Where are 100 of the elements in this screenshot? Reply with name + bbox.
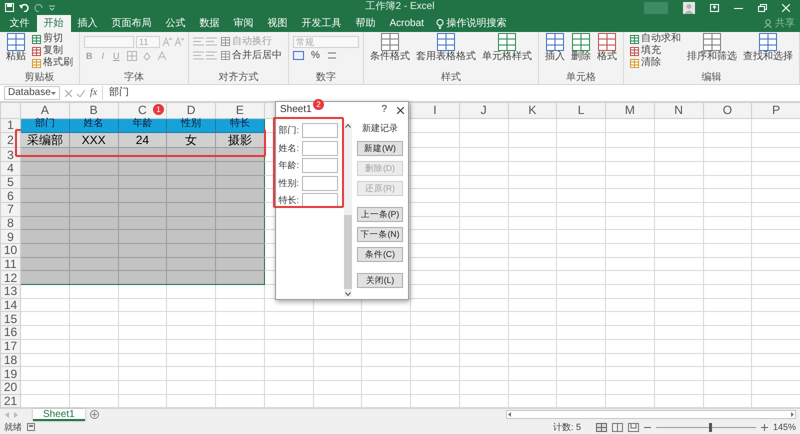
- input-field[interactable]: [302, 176, 338, 190]
- table-cell[interactable]: [216, 244, 264, 258]
- column-header[interactable]: P: [752, 102, 800, 118]
- table-cell[interactable]: [216, 161, 264, 176]
- page-layout-icon[interactable]: [612, 422, 623, 432]
- input-field[interactable]: [302, 140, 338, 156]
- vertical-scrollbar[interactable]: [344, 123, 352, 296]
- ribbon-button[interactable]: 单元格样式: [480, 33, 534, 62]
- avatar-icon[interactable]: [683, 2, 695, 14]
- dialog-button[interactable]: 下一条(N): [357, 226, 403, 242]
- column-header[interactable]: K: [508, 102, 557, 118]
- column-header[interactable]: I: [410, 102, 460, 118]
- ribbon-tab[interactable]: 数据: [192, 15, 226, 32]
- ribbon-button[interactable]: 填充: [628, 45, 683, 57]
- add-sheet-icon[interactable]: [90, 410, 99, 419]
- table-cell[interactable]: [69, 161, 118, 176]
- ribbon-button[interactable]: 删除: [569, 33, 593, 62]
- table-cell[interactable]: [69, 216, 118, 230]
- dialog-button[interactable]: 新建(W): [357, 140, 403, 156]
- next-sheet-icon[interactable]: [14, 412, 18, 418]
- insert-function-button[interactable]: fx: [90, 87, 98, 99]
- row-header[interactable]: 6: [0, 188, 20, 202]
- table-cell[interactable]: XXX: [69, 132, 118, 148]
- help-button[interactable]: ?: [381, 102, 387, 118]
- shrink-font-icon[interactable]: [174, 37, 184, 46]
- dialog-button[interactable]: 条件(C): [357, 246, 403, 262]
- column-header[interactable]: O: [703, 102, 752, 118]
- table-cell[interactable]: [216, 216, 264, 230]
- ribbon-tab[interactable]: 插入: [70, 15, 104, 32]
- ribbon-display-icon[interactable]: [710, 4, 719, 12]
- fill-color-icon[interactable]: [142, 50, 152, 60]
- row-header[interactable]: 10: [0, 244, 20, 258]
- table-cell[interactable]: [166, 257, 216, 271]
- table-cell[interactable]: 采编部: [20, 132, 70, 148]
- close-icon[interactable]: [397, 106, 404, 114]
- ribbon-button[interactable]: 剪切: [30, 33, 75, 45]
- check-icon[interactable]: [77, 90, 85, 96]
- previous-sheet-icon[interactable]: [5, 412, 9, 418]
- row-header[interactable]: 4: [0, 161, 20, 176]
- font-name-field[interactable]: [84, 36, 134, 48]
- row-header[interactable]: 19: [0, 366, 20, 380]
- column-header[interactable]: B: [69, 102, 118, 118]
- row-header[interactable]: 7: [0, 202, 20, 216]
- table-cell[interactable]: [216, 257, 264, 271]
- table-cell[interactable]: [216, 202, 264, 216]
- table-cell[interactable]: [69, 188, 118, 202]
- macro-record-icon[interactable]: [27, 423, 35, 431]
- ribbon-tab[interactable]: Acrobat: [382, 15, 431, 32]
- ribbon-button[interactable]: 查找和选择: [741, 33, 795, 62]
- table-cell[interactable]: [216, 270, 264, 285]
- row-header[interactable]: 21: [0, 394, 20, 408]
- ribbon-button[interactable]: 自动求和: [628, 33, 683, 45]
- table-cell[interactable]: [118, 202, 167, 216]
- table-cell[interactable]: [216, 230, 264, 244]
- page-break-icon[interactable]: [628, 422, 639, 432]
- table-cell[interactable]: [216, 188, 264, 202]
- zoom-slider[interactable]: [709, 422, 712, 432]
- row-header[interactable]: 15: [0, 312, 20, 326]
- table-cell[interactable]: [118, 161, 167, 176]
- table-cell[interactable]: [216, 175, 264, 189]
- name-box[interactable]: Database: [4, 86, 60, 100]
- dialog-button[interactable]: 上一条(P): [357, 206, 403, 222]
- row-header[interactable]: 13: [0, 284, 20, 298]
- table-cell[interactable]: [69, 257, 118, 271]
- table-cell[interactable]: [20, 161, 70, 176]
- column-header[interactable]: D: [166, 102, 216, 118]
- ribbon-button[interactable]: 复制: [30, 45, 75, 57]
- table-cell[interactable]: 特长: [216, 118, 264, 132]
- table-cell[interactable]: 部门: [20, 118, 70, 132]
- row-header[interactable]: 12: [0, 270, 20, 285]
- restore-icon[interactable]: [758, 4, 767, 12]
- border-icon[interactable]: [126, 50, 137, 60]
- normal-view-icon[interactable]: [596, 422, 607, 432]
- row-header[interactable]: 5: [0, 175, 20, 189]
- scroll-up-icon[interactable]: [345, 124, 351, 128]
- align-icon[interactable]: [193, 51, 204, 60]
- table-cell[interactable]: [166, 216, 216, 230]
- table-cell[interactable]: [118, 216, 167, 230]
- ribbon-tab[interactable]: 开始: [36, 15, 70, 32]
- row-header[interactable]: 16: [0, 326, 20, 340]
- font-color-icon[interactable]: [156, 50, 167, 60]
- align-icon[interactable]: [193, 37, 204, 46]
- row-header[interactable]: 14: [0, 298, 20, 312]
- row-header[interactable]: 18: [0, 353, 20, 367]
- ribbon-button[interactable]: 插入: [543, 33, 567, 62]
- ribbon-tab[interactable]: 审阅: [226, 15, 260, 32]
- input-field[interactable]: [302, 158, 338, 173]
- ribbon-tab[interactable]: 开发工具: [294, 15, 348, 32]
- ribbon-button[interactable]: 格式刷: [30, 57, 75, 69]
- table-cell[interactable]: [69, 202, 118, 216]
- row-header[interactable]: 20: [0, 380, 20, 394]
- table-cell[interactable]: [166, 230, 216, 244]
- table-cell[interactable]: [20, 202, 70, 216]
- table-cell[interactable]: [69, 175, 118, 189]
- save-icon[interactable]: [5, 3, 14, 12]
- ribbon-tab[interactable]: 文件: [2, 15, 36, 32]
- table-cell[interactable]: 性别: [166, 118, 216, 132]
- table-cell[interactable]: 摄影: [216, 132, 264, 148]
- zoom-in-icon[interactable]: [760, 424, 768, 430]
- ribbon-tab[interactable]: 帮助: [348, 15, 382, 32]
